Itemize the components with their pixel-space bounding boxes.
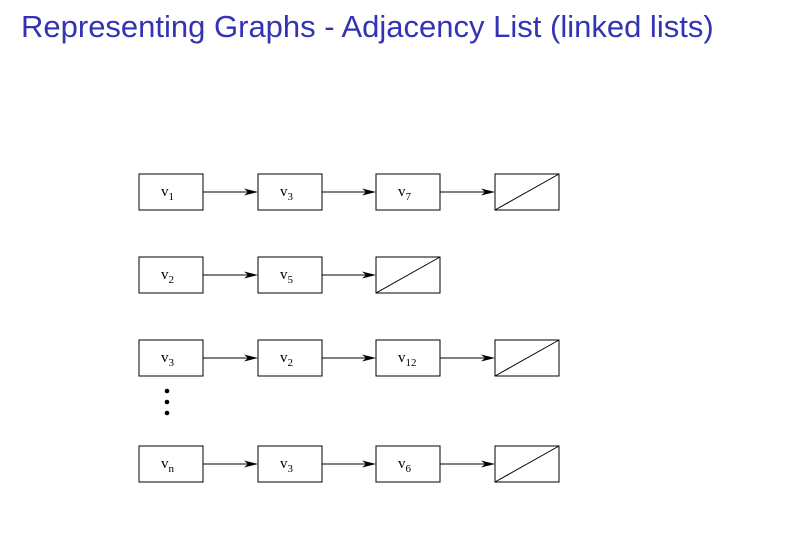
node-label-subscript: 12 [406, 357, 417, 369]
next-pointer-arrow [203, 188, 258, 196]
next-pointer-arrow [322, 354, 376, 362]
list-head-node: vn [138, 445, 204, 483]
list-node: v2 [257, 339, 323, 377]
list-node: v7 [375, 173, 441, 211]
list-node: v3 [257, 445, 323, 483]
ellipsis-dot [164, 399, 170, 405]
list-head-node: v3 [138, 339, 204, 377]
next-pointer-arrow [440, 188, 495, 196]
null-terminator-box [494, 339, 560, 377]
node-label-subscript: 7 [406, 191, 412, 203]
node-label-subscript: 2 [169, 274, 175, 286]
node-label-subscript: 5 [288, 274, 294, 286]
node-label-subscript: 1 [169, 191, 175, 203]
next-pointer-arrow [322, 188, 376, 196]
list-head-node: v2 [138, 256, 204, 294]
null-terminator-box [494, 445, 560, 483]
next-pointer-arrow [203, 460, 258, 468]
list-node: v6 [375, 445, 441, 483]
node-label-subscript: 6 [406, 463, 412, 475]
list-head-node: v1 [138, 173, 204, 211]
node-label-subscript: 3 [169, 357, 175, 369]
null-terminator-box [494, 173, 560, 211]
ellipsis-dot [164, 388, 170, 394]
next-pointer-arrow [322, 460, 376, 468]
node-label-subscript: n [169, 463, 175, 475]
next-pointer-arrow [203, 271, 258, 279]
node-label-subscript: 3 [288, 463, 294, 475]
next-pointer-arrow [322, 271, 376, 279]
node-label-subscript: 2 [288, 357, 294, 369]
adjacency-list-diagram: v1 v3 v7 v2 v5 v3 v2 v12 vn v3 v6 [138, 173, 560, 483]
list-node: v5 [257, 256, 323, 294]
list-node: v3 [257, 173, 323, 211]
node-label-subscript: 3 [288, 191, 294, 203]
next-pointer-arrow [440, 460, 495, 468]
next-pointer-arrow [440, 354, 495, 362]
next-pointer-arrow [203, 354, 258, 362]
vertical-ellipsis [164, 388, 170, 416]
list-node: v12 [375, 339, 441, 377]
ellipsis-dot [164, 410, 170, 416]
null-terminator-box [375, 256, 441, 294]
